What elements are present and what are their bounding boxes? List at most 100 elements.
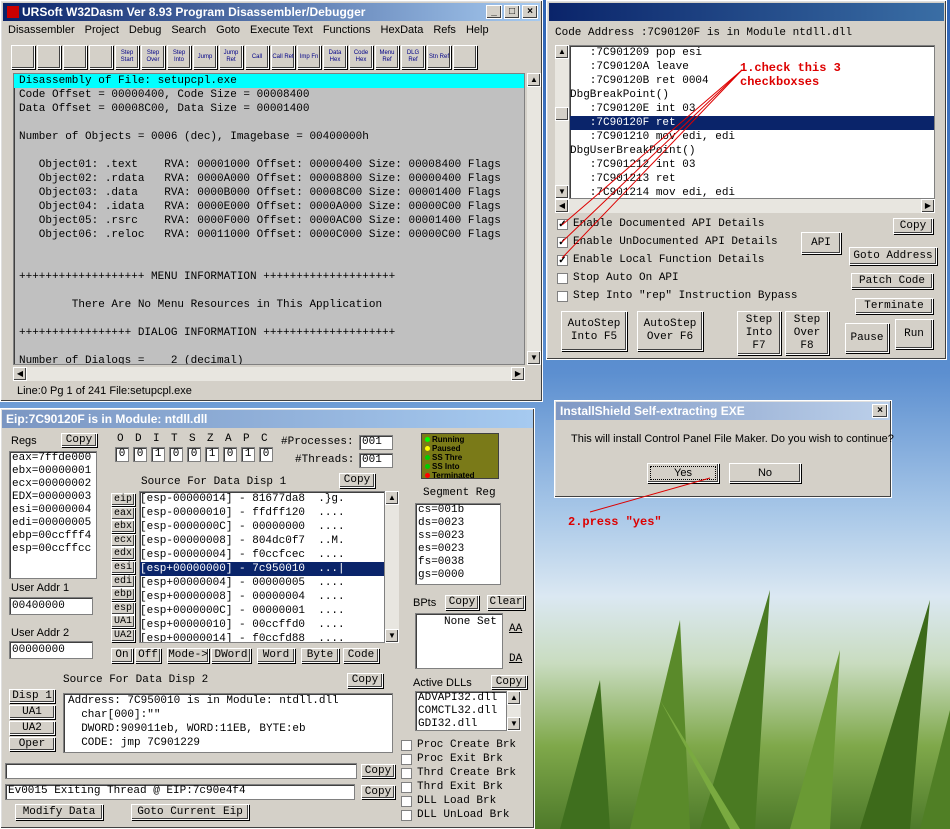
data-disp1-row[interactable]: [esp+00000010] - 00ccffd0 ....	[140, 618, 384, 632]
option-checkbox[interactable]	[557, 273, 568, 284]
terminate-button[interactable]: Terminate	[855, 298, 933, 314]
toolbar-button[interactable]: Jump	[193, 45, 217, 69]
break-checkbox[interactable]	[401, 796, 412, 807]
break-checkbox[interactable]	[401, 810, 412, 821]
bpts-copy-button[interactable]: Copy	[445, 595, 479, 610]
data-disp-mode-button[interactable]: Byte	[301, 648, 339, 663]
data-disp1-row[interactable]: [esp+00000008] - 00000004 ....	[140, 590, 384, 604]
option-checkbox[interactable]: ✓	[557, 219, 568, 230]
src2-copy-button[interactable]: Copy	[347, 673, 383, 688]
dll-item[interactable]: GDI32.dll	[418, 718, 506, 730]
data-disp1-reg-button[interactable]: UA2	[111, 629, 135, 642]
da-button[interactable]: DA	[509, 653, 522, 665]
toolbar-button[interactable]: Menu Ref	[375, 45, 399, 69]
horizontal-scrollbar[interactable]: ◀ ▶	[13, 367, 525, 381]
no-button[interactable]: No	[729, 463, 801, 483]
toolbar-button[interactable]	[453, 45, 477, 69]
event-copy-button[interactable]: Copy	[361, 785, 395, 799]
data-disp1-row[interactable]: [esp-00000010] - ffdff120 ....	[140, 506, 384, 520]
flag-value[interactable]: 0	[133, 447, 147, 462]
toolbar-button[interactable]	[63, 45, 87, 69]
flag-value[interactable]: 1	[205, 447, 219, 462]
menu-item-disassembler[interactable]: Disassembler	[3, 24, 80, 36]
flag-value[interactable]: 1	[151, 447, 165, 462]
user-addr2-select[interactable]: 00000000	[9, 641, 93, 659]
flag-value[interactable]: 0	[169, 447, 183, 462]
data-disp1-reg-button[interactable]: eax	[111, 506, 135, 520]
dialog-close-button[interactable]: ×	[872, 404, 888, 418]
flag-value[interactable]: 1	[241, 447, 255, 462]
toolbar-button[interactable]: Step Over	[141, 45, 165, 69]
disassembly-view[interactable]: Disassembly of File: setupcpl.exe Code Of…	[13, 73, 525, 365]
data-disp1-reg-button[interactable]: esp	[111, 601, 135, 615]
data-disp1-row[interactable]: [esp-0000000C] - 00000000 ....	[140, 520, 384, 534]
break-checkbox[interactable]	[401, 782, 412, 793]
data-disp1-reg-button[interactable]: UA1	[111, 615, 135, 629]
flag-value[interactable]: 0	[259, 447, 273, 462]
data-disp-mode-button[interactable]: On	[111, 648, 133, 663]
dlls-copy-button[interactable]: Copy	[491, 675, 527, 689]
data-disp2-button[interactable]: UA1	[9, 705, 55, 719]
data-disp1-reg-button[interactable]: edx	[111, 547, 135, 561]
copy-button[interactable]: Copy	[893, 218, 933, 234]
data-disp1-list[interactable]: [esp-00000014] - 81677da8 .}g. [esp-00000…	[139, 491, 385, 643]
close-button[interactable]: ×	[522, 5, 538, 19]
bpts-clear-button[interactable]: Clear	[487, 595, 525, 610]
event-log-select[interactable]: Ev0015 Exiting Thread @ EIP:7c90e4f4	[5, 784, 355, 800]
toolbar-button[interactable]	[37, 45, 61, 69]
data-disp1-row[interactable]: [esp+0000000C] - 00000001 ....	[140, 604, 384, 618]
menu-item-project[interactable]: Project	[80, 24, 124, 36]
toolbar-button[interactable]: Imp Fn	[297, 45, 321, 69]
breakpoints-list[interactable]: None Set	[415, 613, 503, 669]
active-dlls-list[interactable]: ADVAPI32.dll COMCTL32.dll GDI32.dll	[415, 691, 507, 731]
code-line[interactable]: :7C901213 ret	[570, 172, 934, 186]
code-line[interactable]: :7C901212 int 03	[570, 158, 934, 172]
toolbar-button[interactable]: Code Hex	[349, 45, 373, 69]
data-disp-mode-button[interactable]: Off	[135, 648, 161, 663]
toolbar-button[interactable]: Jump Ret	[219, 45, 243, 69]
menu-item-help[interactable]: Help	[461, 24, 494, 36]
toolbar-button[interactable]: Call Ret	[271, 45, 295, 69]
toolbar-button[interactable]: Step Start	[115, 45, 139, 69]
menu-item-hexdata[interactable]: HexData	[376, 24, 429, 36]
modify-data-button[interactable]: Modify Data	[15, 804, 103, 820]
code-line[interactable]: :7C90120E int 03	[570, 102, 934, 116]
step-over-button[interactable]: Step Over F8	[785, 311, 829, 355]
goto-current-eip-button[interactable]: Goto Current Eip	[131, 804, 249, 820]
src1-copy-button[interactable]: Copy	[339, 473, 375, 488]
command-copy-button[interactable]: Copy	[361, 764, 395, 778]
option-checkbox[interactable]: ✓	[557, 255, 568, 266]
flag-value[interactable]: 0	[223, 447, 237, 462]
menu-item-execute-text[interactable]: Execute Text	[245, 24, 318, 36]
data-disp1-reg-button[interactable]: ecx	[111, 533, 135, 547]
code-line[interactable]: DbgUserBreakPoint()	[570, 144, 934, 158]
goto-address-button[interactable]: Goto Address	[849, 247, 937, 265]
data-disp1-row[interactable]: [esp-00000008] - 804dc0f7 ..M.	[140, 534, 384, 548]
code-line[interactable]: :7C901210 mov edi, edi	[570, 130, 934, 144]
data-disp1-reg-button[interactable]: ebp	[111, 588, 135, 602]
user-addr1-select[interactable]: 00400000	[9, 597, 93, 615]
code-line[interactable]: :7C90120F ret	[570, 116, 934, 130]
data-disp2-button[interactable]: Oper	[9, 737, 55, 751]
toolbar-button[interactable]	[11, 45, 35, 69]
menu-item-debug[interactable]: Debug	[124, 24, 166, 36]
option-checkbox[interactable]	[557, 291, 568, 302]
menu-item-functions[interactable]: Functions	[318, 24, 376, 36]
data-disp1-row[interactable]: [esp-00000014] - 81677da8 .}g.	[140, 492, 384, 506]
menu-item-goto[interactable]: Goto	[211, 24, 245, 36]
break-checkbox[interactable]	[401, 768, 412, 779]
data-disp1-reg-button[interactable]: eip	[111, 493, 135, 506]
vertical-scrollbar[interactable]: ▲ ▼	[527, 73, 541, 365]
toolbar-button[interactable]: Data Hex	[323, 45, 347, 69]
minimize-button[interactable]: _	[486, 5, 502, 19]
data-disp2-button[interactable]: Disp 1	[9, 689, 55, 703]
data-disp1-row[interactable]: [esp+00000014] - f0ccfd88 ....	[140, 632, 384, 642]
dll-item[interactable]: ADVAPI32.dll	[418, 692, 506, 705]
toolbar-button[interactable]: Step Into	[167, 45, 191, 69]
pause-button[interactable]: Pause	[845, 323, 889, 353]
break-checkbox[interactable]	[401, 740, 412, 751]
dll-item[interactable]: COMCTL32.dll	[418, 705, 506, 718]
flag-value[interactable]: 0	[115, 447, 129, 462]
aa-button[interactable]: AA	[509, 623, 522, 635]
menu-item-refs[interactable]: Refs	[428, 24, 461, 36]
